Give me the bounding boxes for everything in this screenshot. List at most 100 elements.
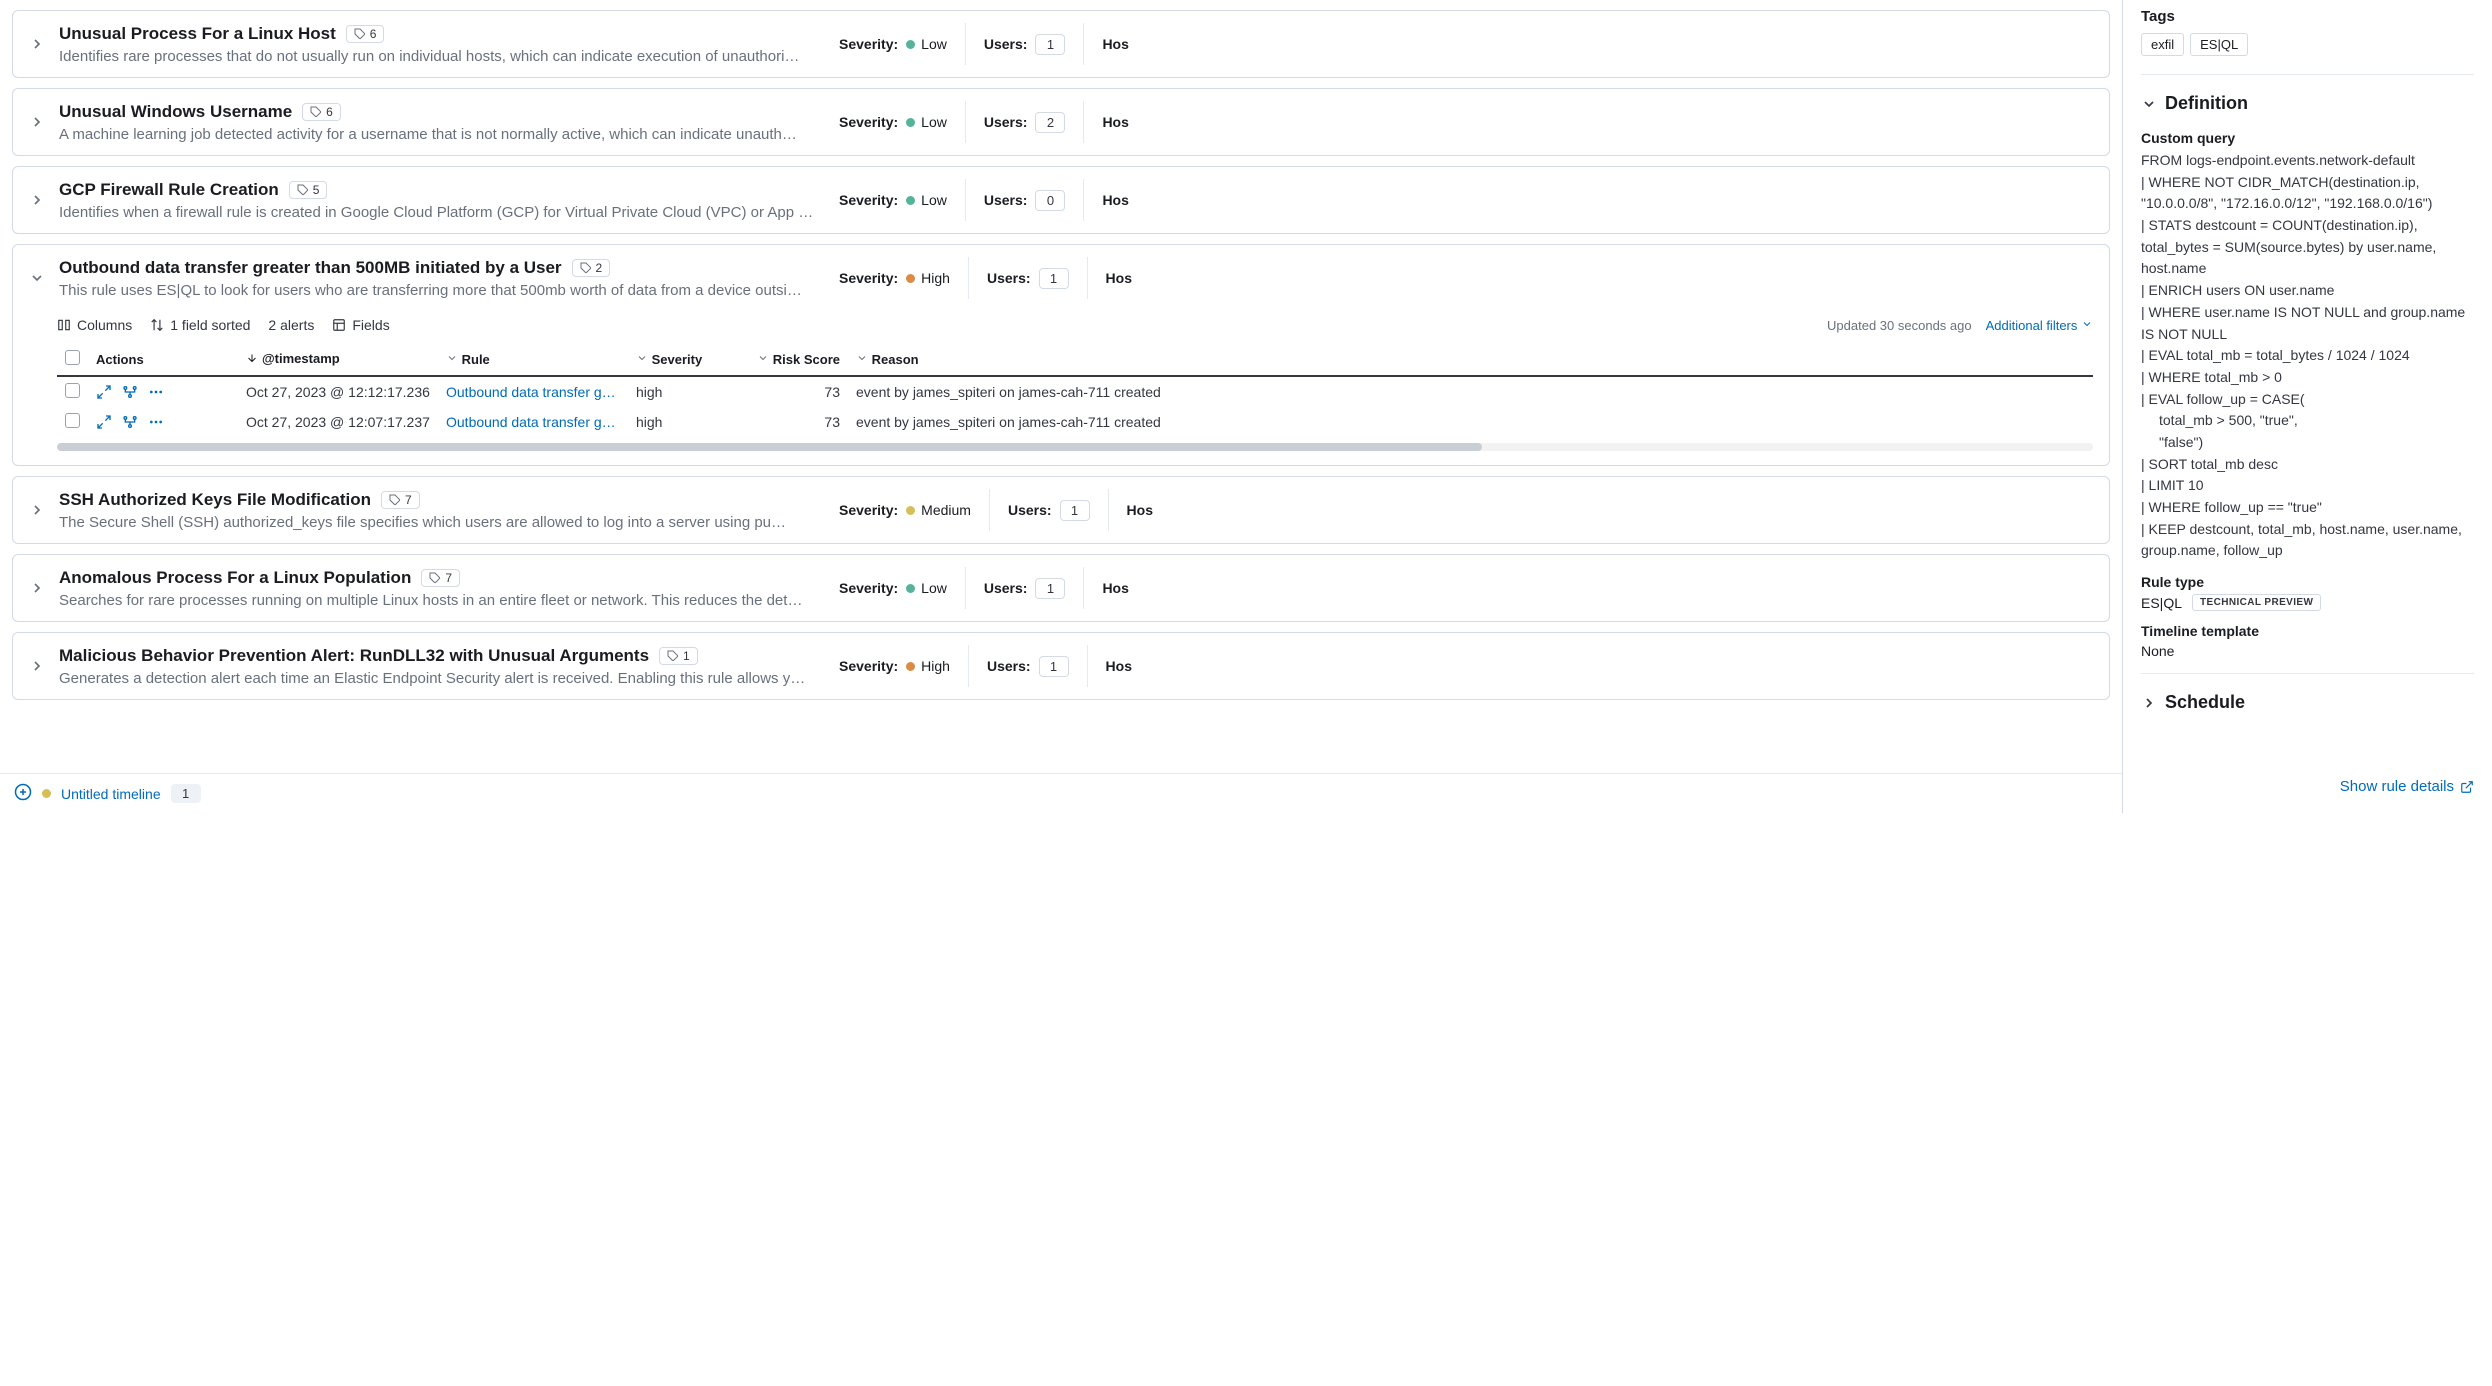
hosts-label: Hos <box>1102 114 1128 130</box>
rule-title[interactable]: Unusual Windows Username <box>59 102 292 122</box>
rule-title[interactable]: Malicious Behavior Prevention Alert: Run… <box>59 646 649 666</box>
analyze-alert-icon[interactable] <box>122 414 138 430</box>
col-severity[interactable]: Severity <box>628 343 738 376</box>
severity-value: High <box>921 270 950 286</box>
expand-alert-icon[interactable] <box>96 414 112 430</box>
cell-reason: event by james_spiteri on james-cah-711 … <box>848 376 2093 407</box>
cell-rule[interactable]: Outbound data transfer gre… <box>438 376 628 407</box>
cell-risk-score: 73 <box>738 407 848 437</box>
rule-card: Anomalous Process For a Linux Population… <box>12 554 2110 622</box>
rule-title[interactable]: Unusual Process For a Linux Host <box>59 24 336 44</box>
timeline-name-link[interactable]: Untitled timeline <box>61 786 161 802</box>
rule-tag-count[interactable]: 2 <box>572 259 611 277</box>
technical-preview-badge: TECHNICAL PREVIEW <box>2192 594 2321 611</box>
columns-button[interactable]: Columns <box>57 317 132 333</box>
rule-tag-count[interactable]: 6 <box>346 25 385 43</box>
table-row: Oct 27, 2023 @ 12:12:17.236Outbound data… <box>57 376 2093 407</box>
rule-description: Generates a detection alert each time an… <box>59 670 815 687</box>
table-row: Oct 27, 2023 @ 12:07:17.237Outbound data… <box>57 407 2093 437</box>
row-checkbox[interactable] <box>57 376 88 407</box>
more-actions-icon[interactable] <box>148 384 164 400</box>
select-all-checkbox[interactable] <box>57 343 88 376</box>
users-label: Users: <box>984 114 1028 130</box>
rule-expanded-region: Columns 1 field sorted2 alerts FieldsUpd… <box>13 311 2109 465</box>
additional-filters-button[interactable]: Additional filters <box>1986 318 2093 333</box>
severity-value: Low <box>921 36 947 52</box>
chevron-right-icon[interactable] <box>29 114 45 130</box>
users-count: 1 <box>1039 656 1069 677</box>
timeline-template-label: Timeline template <box>2141 623 2474 639</box>
schedule-label: Schedule <box>2165 692 2245 713</box>
rule-description: Searches for rare processes running on m… <box>59 592 815 609</box>
rule-tag-count[interactable]: 7 <box>421 569 460 587</box>
chevron-right-icon[interactable] <box>29 192 45 208</box>
chevron-down-icon[interactable] <box>29 270 45 286</box>
col-rule[interactable]: Rule <box>438 343 628 376</box>
severity-label: Severity: <box>839 270 898 286</box>
tag-pill[interactable]: ES|QL <box>2190 33 2248 56</box>
users-label: Users: <box>987 270 1031 286</box>
col-risk-score[interactable]: Risk Score <box>738 343 848 376</box>
cell-reason: event by james_spiteri on james-cah-711 … <box>848 407 2093 437</box>
chevron-right-icon[interactable] <box>29 502 45 518</box>
rule-title[interactable]: SSH Authorized Keys File Modification <box>59 490 371 510</box>
expand-alert-icon[interactable] <box>96 384 112 400</box>
rule-tag-count[interactable]: 7 <box>381 491 420 509</box>
users-label: Users: <box>984 580 1028 596</box>
users-count: 0 <box>1035 190 1065 211</box>
more-actions-icon[interactable] <box>148 414 164 430</box>
rule-card: Malicious Behavior Prevention Alert: Run… <box>12 632 2110 700</box>
col-reason[interactable]: Reason <box>848 343 2093 376</box>
rule-description: Identifies when a firewall rule is creat… <box>59 204 815 221</box>
users-count: 1 <box>1039 268 1069 289</box>
rule-description: A machine learning job detected activity… <box>59 126 815 143</box>
tags-label: Tags <box>2141 8 2474 25</box>
chevron-right-icon[interactable] <box>29 580 45 596</box>
users-count: 1 <box>1035 578 1065 599</box>
cell-risk-score: 73 <box>738 376 848 407</box>
timeline-count-badge: 1 <box>171 784 201 803</box>
add-timeline-button[interactable] <box>14 783 32 804</box>
users-count: 2 <box>1035 112 1065 133</box>
hosts-label: Hos <box>1127 502 1153 518</box>
chevron-right-icon <box>2141 695 2157 711</box>
main-content: Unusual Process For a Linux Host 6 Identif… <box>0 0 2122 813</box>
rule-card: Unusual Windows Username 6 A machine learn… <box>12 88 2110 156</box>
definition-accordion-header[interactable]: Definition <box>2141 89 2474 118</box>
severity-label: Severity: <box>839 502 898 518</box>
severity-dot <box>906 40 915 49</box>
horizontal-scrollbar[interactable] <box>57 443 2093 451</box>
chevron-right-icon[interactable] <box>29 36 45 52</box>
users-count: 1 <box>1060 500 1090 521</box>
sort-fields-button[interactable]: 1 field sorted <box>150 317 250 333</box>
cell-rule[interactable]: Outbound data transfer gre… <box>438 407 628 437</box>
rule-type-value: ES|QL <box>2141 595 2182 611</box>
fields-button[interactable]: Fields <box>332 317 389 333</box>
rule-tag-count[interactable]: 5 <box>289 181 328 199</box>
rule-title[interactable]: Anomalous Process For a Linux Population <box>59 568 411 588</box>
hosts-label: Hos <box>1102 192 1128 208</box>
rule-description: The Secure Shell (SSH) authorized_keys f… <box>59 514 815 531</box>
cell-severity: high <box>628 407 738 437</box>
timeline-footer: Untitled timeline 1 <box>0 773 2122 813</box>
hosts-label: Hos <box>1106 270 1132 286</box>
users-label: Users: <box>987 658 1031 674</box>
chevron-right-icon[interactable] <box>29 658 45 674</box>
row-checkbox[interactable] <box>57 407 88 437</box>
rule-card: Outbound data transfer greater than 500M… <box>12 244 2110 466</box>
col-timestamp[interactable]: @timestamp <box>238 343 438 376</box>
rule-tag-count[interactable]: 1 <box>659 647 698 665</box>
users-label: Users: <box>1008 502 1052 518</box>
custom-query-text: FROM logs-endpoint.events.network-defaul… <box>2141 150 2474 562</box>
schedule-accordion-header[interactable]: Schedule <box>2141 688 2474 717</box>
cell-severity: high <box>628 376 738 407</box>
rule-tag-count[interactable]: 6 <box>302 103 341 121</box>
rule-title[interactable]: Outbound data transfer greater than 500M… <box>59 258 562 278</box>
severity-label: Severity: <box>839 658 898 674</box>
show-rule-details-link[interactable]: Show rule details <box>2340 778 2474 795</box>
analyze-alert-icon[interactable] <box>122 384 138 400</box>
rule-title[interactable]: GCP Firewall Rule Creation <box>59 180 279 200</box>
severity-label: Severity: <box>839 36 898 52</box>
tag-pill[interactable]: exfil <box>2141 33 2184 56</box>
severity-label: Severity: <box>839 114 898 130</box>
